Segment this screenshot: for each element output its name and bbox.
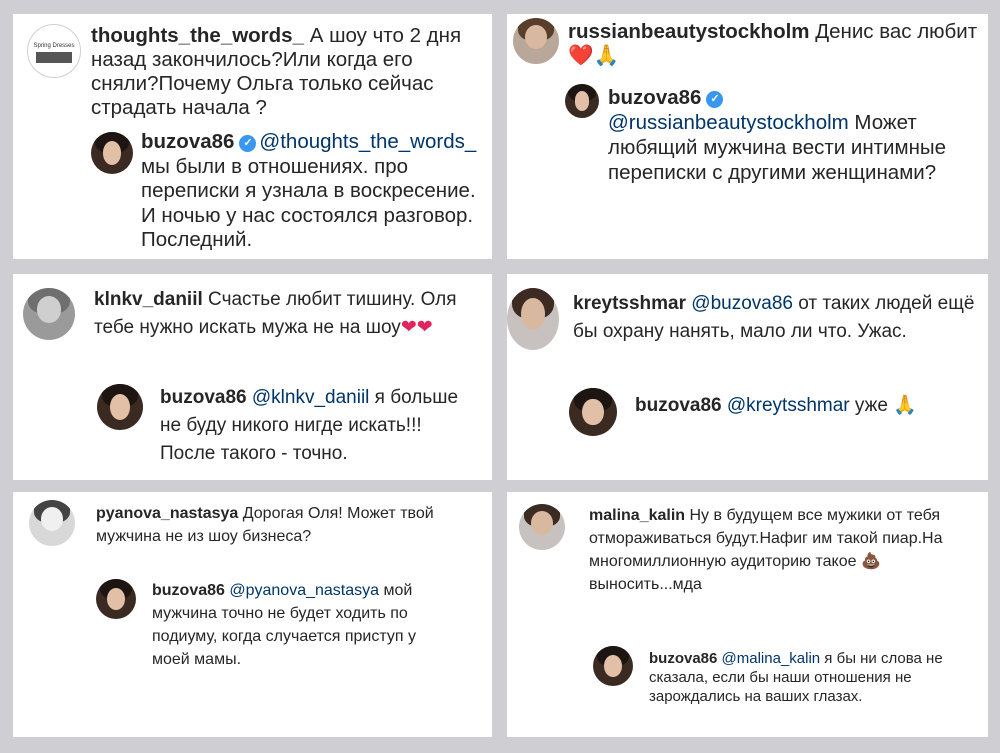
verified-badge-icon: ✓ [706, 91, 724, 108]
avatar-face [107, 587, 125, 611]
folded-hands-emoji: 🙏 [593, 44, 620, 67]
avatar-kreytsshmar[interactable] [507, 288, 559, 350]
comment-text-block: russianbeautystockholm Денис вас любит ❤… [568, 20, 980, 68]
avatar-thoughts-the-words[interactable]: Spring Dresses [27, 24, 81, 78]
comment-text-block: malina_kalin Ну в будущем все мужики от … [589, 504, 979, 596]
comment-text-block: pyanova_nastasya Дорогая Оля! Может твой… [96, 502, 476, 548]
reply-text-block: buzova86 ✓ @russianbeautystockholm Может л… [608, 85, 978, 185]
reply-text-block: buzova86 @kreytsshmar уже 🙏 [635, 392, 985, 420]
avatar-face [530, 511, 554, 536]
reply-text-block: buzova86 @pyanova_nastasya мой мужчина т… [152, 579, 452, 671]
reply-username[interactable]: buzova86 [160, 387, 247, 408]
avatar-buzova86[interactable] [593, 646, 633, 686]
avatar-face [582, 398, 604, 426]
comment-panel-1: Spring Dresses thoughts_the_words_ А шоу… [13, 14, 492, 259]
comment-panel-4: kreytsshmar @buzova86 от таких людей ещё… [507, 274, 988, 480]
comment-panel-3: klnkv_daniil Счастье любит тишину. Оля т… [13, 274, 492, 480]
reply-username[interactable]: buzova86 [152, 582, 225, 599]
reply-username[interactable]: buzova86 [635, 395, 722, 416]
reply-mention-link[interactable]: @malina_kalin [717, 650, 821, 667]
reply-mention-link[interactable]: @kreytsshmar [722, 395, 850, 416]
avatar-buzova86[interactable] [91, 132, 133, 174]
comment-panel-2: russianbeautystockholm Денис вас любит ❤… [507, 14, 988, 259]
reply-text-block: buzova86 ✓ @thoughts_the_words_ мы были в … [141, 130, 491, 253]
pile-of-poo-emoji: 💩 [860, 553, 881, 570]
avatar-buzova86[interactable] [96, 579, 136, 619]
avatar-buzova86[interactable] [569, 388, 617, 436]
reply-mention-link[interactable]: @klnkv_daniil [252, 387, 370, 408]
avatar-face [102, 141, 122, 165]
avatar-logo-text: Spring Dresses [33, 43, 75, 50]
reply-body: мы были в отношениях. про переписки я уз… [141, 154, 476, 252]
folded-hands-emoji: 🙏 [893, 395, 917, 416]
reply-body: уже [849, 395, 894, 416]
avatar-face [36, 296, 62, 324]
comment-text-block: kreytsshmar @buzova86 от таких людей ещё… [573, 290, 978, 346]
avatar-buzova86[interactable] [565, 84, 599, 118]
red-heart-emoji: ❤ [400, 317, 417, 338]
avatar-face [604, 654, 622, 678]
red-heart-emoji: ❤️ [568, 44, 594, 67]
reply-text-block: buzova86 @klnkv_daniil я больше не буду … [160, 384, 480, 468]
comment-username[interactable]: pyanova_nastasya [96, 505, 238, 522]
avatar-russianbeautystockholm[interactable] [513, 18, 559, 64]
comment-body-end: выносить...мда [589, 576, 702, 593]
comment-username[interactable]: kreytsshmar [573, 293, 686, 314]
reply-username[interactable]: buzova86 [649, 650, 717, 667]
avatar-pyanova-nastasya[interactable] [29, 500, 75, 546]
reply-text-block: buzova86 @malina_kalin я бы ни слова не … [649, 649, 979, 706]
comment-panel-6: malina_kalin Ну в будущем все мужики от … [507, 492, 988, 737]
bridge-logo-graphic [35, 52, 73, 64]
avatar-face [520, 297, 546, 331]
comment-username[interactable]: malina_kalin [589, 507, 685, 524]
reply-mention-link[interactable]: @thoughts_the_words_ [259, 130, 476, 153]
comment-username[interactable]: thoughts_the_words_ [91, 24, 304, 47]
red-heart-emoji: ❤ [416, 317, 433, 338]
comment-panel-5: pyanova_nastasya Дорогая Оля! Может твой… [13, 492, 492, 737]
comment-username[interactable]: klnkv_daniil [94, 289, 203, 310]
reply-username[interactable]: buzova86 [608, 86, 701, 109]
avatar-malina-kalin[interactable] [519, 504, 565, 550]
avatar-face [524, 25, 548, 50]
comment-text-block: thoughts_the_words_ А шоу что 2 дня наза… [91, 24, 483, 120]
reply-mention-link[interactable]: @pyanova_nastasya [225, 582, 379, 599]
avatar-face [109, 394, 131, 420]
verified-badge-icon: ✓ [239, 135, 257, 152]
comment-mention-link[interactable]: @buzova86 [686, 293, 793, 314]
avatar-klnkv-daniil[interactable] [23, 288, 75, 340]
comment-username[interactable]: russianbeautystockholm [568, 20, 810, 43]
reply-username[interactable]: buzova86 [141, 130, 234, 153]
avatar-buzova86[interactable] [97, 384, 143, 430]
reply-mention-link[interactable]: @russianbeautystockholm [608, 111, 849, 134]
avatar-face [574, 91, 590, 111]
comment-body: Денис вас любит [809, 20, 978, 43]
comment-text-block: klnkv_daniil Счастье любит тишину. Оля т… [94, 286, 482, 342]
avatar-face [40, 507, 64, 532]
